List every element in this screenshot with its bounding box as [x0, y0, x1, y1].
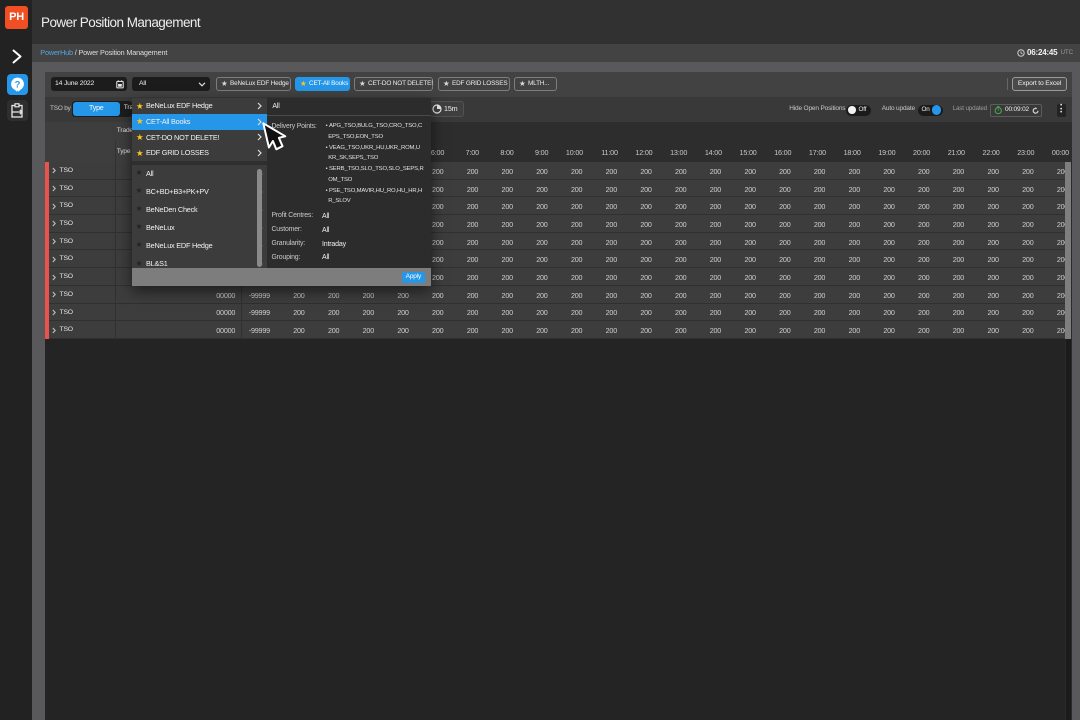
svg-text:?: ?	[14, 79, 20, 90]
